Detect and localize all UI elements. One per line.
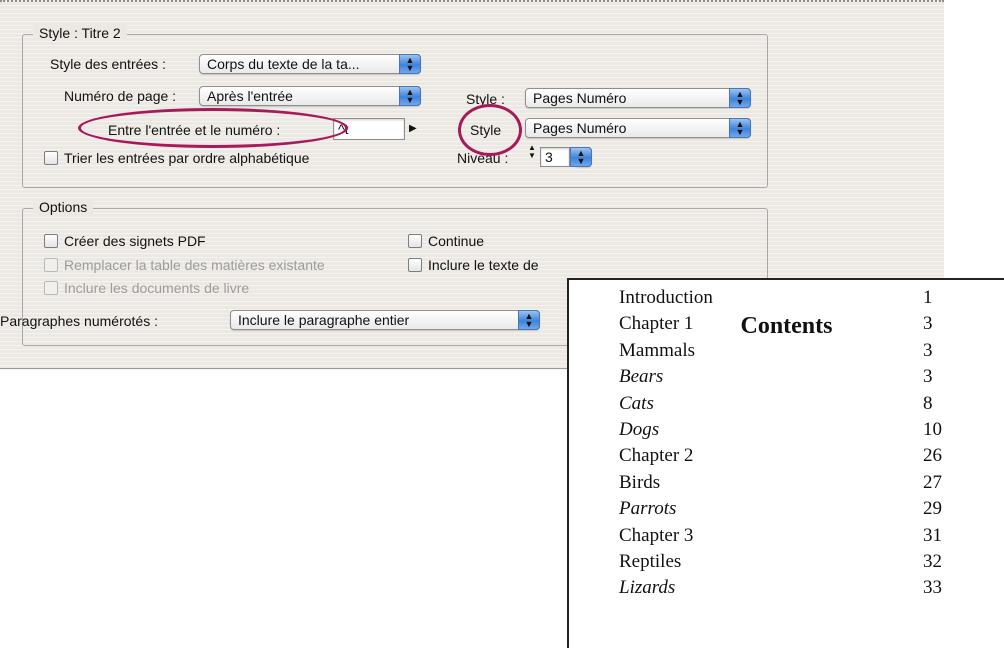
- toc-entry-page: 27: [923, 471, 942, 493]
- toc-entry-title: Introduction: [619, 287, 713, 308]
- up-down-arrows-icon: ▲ ▼: [399, 54, 421, 74]
- toc-entry-title: Mammals: [619, 339, 695, 361]
- up-down-arrows-icon: ▲ ▼: [518, 310, 540, 330]
- toc-entry: Introduction 1: [619, 285, 979, 311]
- toc-entry: Mammals 3: [619, 338, 979, 364]
- page-style-label: Style :: [466, 91, 505, 107]
- up-down-arrows-icon: ▲ ▼: [570, 147, 592, 167]
- toc-entry-title: Chapter 3: [619, 524, 694, 546]
- toc-entry-page: 8: [923, 392, 933, 414]
- toc-entry: Lizards 33: [619, 575, 979, 601]
- level-popup[interactable]: ▲ ▼: [570, 147, 592, 167]
- toc-entry-title: Dogs: [619, 419, 660, 440]
- toc-entry-title: Parrots: [619, 498, 677, 520]
- toc-entry-page: 33: [923, 577, 942, 599]
- toc-entry-page: 1: [923, 287, 933, 308]
- up-down-arrows-icon: ▲ ▼: [729, 88, 751, 108]
- toc-entry-page: 29: [923, 498, 942, 520]
- toc-entry-title: Chapter 1: [619, 313, 694, 335]
- level-value: 3: [545, 149, 553, 165]
- toc-entry-page: 3: [923, 339, 933, 361]
- include-book-checkbox[interactable]: [44, 281, 58, 295]
- level-label: Niveau :: [457, 150, 509, 166]
- entry-style-value: Corps du texte de la ta...: [207, 56, 360, 72]
- page-style-popup[interactable]: Pages Numéro ▲ ▼: [525, 88, 751, 108]
- toc-sample-page: Contents Introduction 1 Chapter 1 3 Mammals 3…: [567, 278, 1004, 648]
- between-entry-number-field[interactable]: ^t: [333, 118, 405, 140]
- toc-entry-page: 32: [923, 551, 942, 572]
- page-number-label: Numéro de page :: [64, 88, 177, 104]
- toc-entry: Reptiles 32: [619, 549, 979, 575]
- toc-entry-title: Bears: [619, 366, 664, 388]
- pdf-bookmarks-checkbox[interactable]: [44, 234, 58, 248]
- numbered-paragraphs-popup[interactable]: Inclure le paragraphe entier ▲ ▼: [230, 310, 540, 330]
- include-text-label: Inclure le texte de: [428, 257, 539, 273]
- toc-entry-title: Cats: [619, 392, 654, 414]
- toc-entry: Chapter 1 3: [619, 311, 979, 337]
- toc-entry-page: 3: [923, 313, 933, 335]
- toc-entry: Parrots 29: [619, 496, 979, 522]
- dotted-top-edge: [0, 0, 944, 2]
- replace-toc-label: Remplacer la table des matières existant…: [64, 257, 325, 273]
- toc-entry-title: Birds: [619, 471, 661, 493]
- between-style-popup[interactable]: Pages Numéro ▲ ▼: [525, 118, 751, 138]
- continue-label: Continue: [428, 233, 485, 249]
- page-number-popup[interactable]: Après l'entrée ▲ ▼: [199, 86, 421, 106]
- toc-entry-page: 26: [923, 445, 942, 467]
- between-entry-number-label: Entre l'entrée et le numéro :: [108, 122, 281, 138]
- between-style-value: Pages Numéro: [533, 120, 627, 136]
- toc-entry: Bears 3: [619, 364, 979, 390]
- continue-checkbox[interactable]: [408, 234, 422, 248]
- toc-entry-title: Reptiles: [619, 551, 682, 572]
- triangle-right-icon[interactable]: ▶: [409, 120, 417, 138]
- toc-entry: Chapter 3 31: [619, 523, 979, 549]
- numbered-paragraphs-label: Paragraphes numérotés :: [0, 313, 158, 329]
- sort-alphabetical-checkbox[interactable]: [44, 151, 58, 165]
- between-style-label: Style: [470, 122, 502, 138]
- level-field[interactable]: 3: [540, 147, 570, 167]
- toc-entry: Dogs 10: [619, 417, 979, 443]
- toc-entry-title: Lizards: [619, 577, 676, 599]
- toc-entry-page: 3: [923, 366, 933, 388]
- numbered-paragraphs-value: Inclure le paragraphe entier: [238, 312, 410, 328]
- include-book-label: Inclure les documents de livre: [64, 280, 250, 296]
- toc-entry-page: 31: [923, 524, 942, 546]
- toc-entry: Cats 8: [619, 391, 979, 417]
- up-down-arrows-icon: ▲ ▼: [729, 118, 751, 138]
- pdf-bookmarks-label: Créer des signets PDF: [64, 233, 206, 249]
- page-number-value: Après l'entrée: [207, 88, 293, 104]
- entry-style-popup[interactable]: Corps du texte de la ta... ▲ ▼: [199, 54, 421, 74]
- toc-entry: Birds 27: [619, 470, 979, 496]
- include-text-checkbox[interactable]: [408, 258, 422, 272]
- options-group-legend: Options: [33, 199, 94, 215]
- toc-entry-page: 10: [923, 419, 942, 440]
- toc-entry-title: Chapter 2: [619, 445, 694, 467]
- between-entry-number-value: ^t: [338, 121, 349, 137]
- style-group-legend: Style : Titre 2: [33, 25, 127, 41]
- entry-style-label: Style des entrées :: [50, 56, 166, 72]
- sort-alphabetical-label: Trier les entrées par ordre alphabétique: [64, 150, 310, 166]
- toc-entry: Chapter 2 26: [619, 443, 979, 469]
- level-stepper-icon[interactable]: ▲ ▼: [527, 144, 537, 160]
- page-style-value: Pages Numéro: [533, 90, 627, 106]
- replace-toc-checkbox[interactable]: [44, 258, 58, 272]
- up-down-arrows-icon: ▲ ▼: [399, 86, 421, 106]
